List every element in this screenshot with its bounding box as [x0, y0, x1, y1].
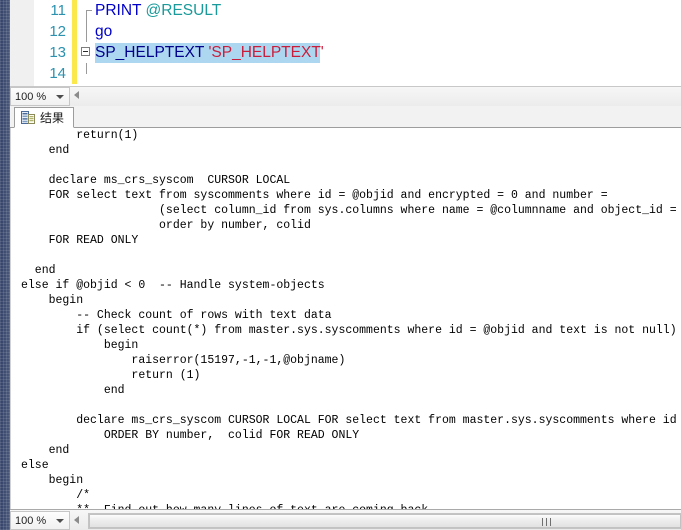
results-line: end	[21, 264, 56, 277]
results-line: FOR READ ONLY	[21, 234, 139, 247]
code-token-object: SP_HELPTEXT	[95, 44, 209, 61]
outlining-column[interactable]	[79, 63, 95, 84]
outlining-column[interactable]	[79, 42, 95, 63]
results-line: return (1)	[21, 369, 201, 382]
outlining-column[interactable]	[79, 21, 95, 42]
line-code-text: SP_HELPTEXT 'SP_HELPTEXT'	[95, 42, 324, 63]
editor-line[interactable]: 11 PRINT @RESULT	[10, 0, 682, 21]
results-line: (select column_id from sys.columns where…	[21, 204, 682, 217]
results-line: if (select count(*) from master.sys.sysc…	[21, 324, 682, 337]
line-code-text: go	[95, 21, 112, 42]
horizontal-scrollbar-track[interactable]	[88, 513, 682, 529]
line-number: 13	[49, 44, 66, 61]
chevron-down-icon[interactable]	[56, 519, 64, 523]
editor-zoom-dropdown[interactable]: 100 %	[10, 87, 70, 106]
line-number: 14	[49, 65, 66, 82]
results-line: FOR select text from syscomments where i…	[21, 189, 608, 202]
line-number: 11	[50, 2, 66, 19]
results-grid-icon	[21, 111, 35, 124]
results-line: begin	[21, 294, 84, 307]
results-tab-strip: 结果	[10, 106, 682, 128]
results-line: declare ms_crs_syscom CURSOR LOCAL FOR s…	[21, 414, 682, 427]
scroll-left-arrow-icon[interactable]	[74, 516, 79, 524]
outlining-bracket-icon	[86, 10, 87, 21]
code-token-keyword: PRINT	[95, 2, 146, 19]
results-line: ORDER BY number, colid FOR READ ONLY	[21, 429, 360, 442]
editor-line[interactable]: 14	[10, 63, 682, 84]
collapse-minus-icon[interactable]	[81, 47, 90, 56]
results-line: else	[21, 459, 49, 472]
sql-editor-pane[interactable]: 11 PRINT @RESULT 12 go 13 SP_HELPTEXT 'SP_HEL…	[10, 0, 682, 86]
code-token-keyword: go	[95, 23, 113, 40]
tab-results-label: 结果	[40, 110, 65, 125]
results-text-pane[interactable]: return(1) end declare ms_crs_syscom CURS…	[10, 128, 682, 509]
outlining-bracket-icon	[86, 63, 87, 74]
line-code-text: PRINT @RESULT	[95, 0, 221, 21]
horizontal-scrollbar-thumb[interactable]	[89, 514, 681, 528]
change-indicator-bar	[72, 0, 77, 21]
chevron-down-icon[interactable]	[56, 95, 64, 99]
results-line: end	[21, 144, 70, 157]
editor-zoom-label: 100 %	[15, 91, 47, 103]
outlining-bracket-icon	[86, 21, 87, 42]
results-line: -- Check count of rows with text data	[21, 309, 332, 322]
scrollbar-grip-icon	[542, 518, 551, 526]
results-line: raiserror(15197,-1,-1,@objname)	[21, 354, 346, 367]
results-line: return(1)	[21, 129, 139, 142]
results-line: order by number, colid	[21, 219, 311, 232]
scroll-left-arrow-icon[interactable]	[74, 91, 79, 99]
code-token-string: 'SP_HELPTEXT'	[208, 44, 324, 61]
results-line: end	[21, 444, 70, 457]
editor-bottom-bar: 100 %	[10, 86, 682, 106]
editor-line[interactable]: 12 go	[10, 21, 682, 42]
change-indicator-bar	[72, 42, 77, 63]
outlining-elbow-icon	[86, 10, 92, 11]
results-status-bar: 100 %	[10, 509, 682, 530]
results-zoom-dropdown[interactable]: 100 %	[10, 511, 70, 530]
results-zoom-label: 100 %	[15, 515, 47, 527]
left-dock-rail	[0, 0, 10, 530]
results-line: begin	[21, 339, 139, 352]
results-line: else if @objid < 0 -- Handle system-obje…	[21, 279, 325, 292]
tab-results[interactable]: 结果	[14, 107, 75, 128]
results-line: /*	[21, 489, 91, 502]
results-line: declare ms_crs_syscom CURSOR LOCAL	[21, 174, 291, 187]
change-indicator-bar	[72, 21, 77, 42]
change-indicator-bar	[72, 63, 77, 84]
editor-line[interactable]: 13 SP_HELPTEXT 'SP_HELPTEXT'	[10, 42, 682, 63]
results-line: end	[21, 384, 125, 397]
line-number: 12	[49, 23, 66, 40]
ssms-window: 11 PRINT @RESULT 12 go 13 SP_HELPTEXT 'SP_HEL…	[0, 0, 682, 530]
code-token-variable: @RESULT	[145, 2, 222, 19]
results-line: begin	[21, 474, 84, 487]
outlining-column[interactable]	[79, 0, 95, 21]
